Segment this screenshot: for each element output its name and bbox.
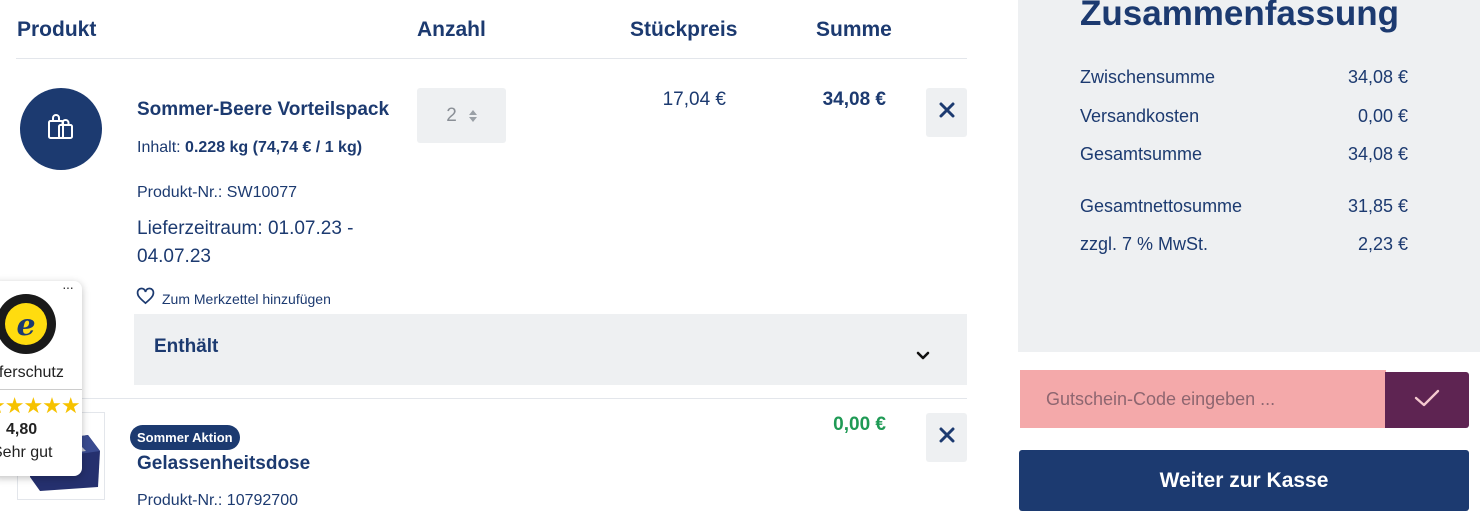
checkmark-icon <box>1413 387 1441 414</box>
trusted-shops-label: uferschutz <box>0 364 64 381</box>
heart-icon <box>136 287 155 310</box>
line-total: 0,00 € <box>833 414 886 435</box>
more-options-icon[interactable]: ··· <box>62 281 74 295</box>
header-divider <box>16 58 967 59</box>
unit-price: 17,04 € <box>662 89 726 110</box>
shopping-bags-icon <box>45 111 77 148</box>
summary-title: Zusammenfassung <box>1080 0 1399 33</box>
svg-text:e: e <box>16 308 35 343</box>
summary-value-shipping: 0,00 € <box>1357 106 1408 126</box>
product-name[interactable]: Gelassenheitsdose <box>137 453 310 475</box>
product-content: Inhalt: 0.228 kg (74,74 € / 1 kg) <box>137 139 362 157</box>
sort-arrows-icon <box>468 109 477 122</box>
summary-value-total: 34,08 € <box>1347 144 1408 164</box>
contains-accordion[interactable]: Enthält <box>134 314 967 385</box>
product-number: Produkt-Nr.: 10792700 <box>137 492 298 509</box>
header-quantity: Anzahl <box>417 18 486 41</box>
wishlist-link[interactable]: Zum Merkzettel hinzufügen <box>136 287 331 310</box>
product-content-value: 0.228 kg (74,74 € / 1 kg) <box>185 139 363 156</box>
product-number: Produkt-Nr.: SW10077 <box>137 184 298 201</box>
divider <box>0 389 82 390</box>
contains-label: Enthält <box>154 336 219 357</box>
summary-label-net-total: Gesamtnettosumme <box>1080 196 1243 216</box>
product-content-label: Inhalt: <box>137 139 181 156</box>
chevron-down-icon <box>916 348 930 366</box>
coupon-field-wrapper <box>1020 370 1386 428</box>
quantity-select[interactable]: 2 <box>417 88 506 143</box>
close-icon <box>939 427 955 448</box>
trusted-shops-seal-icon: e <box>0 293 56 360</box>
rating-stars-icon: ★★★★★ <box>0 393 81 418</box>
delivery-period-line2: 04.07.23 <box>137 246 211 267</box>
rating-value: 4,80 <box>6 421 38 438</box>
summary-value-subtotal: 34,08 € <box>1347 67 1408 87</box>
summary-value-vat: 2,23 € <box>1357 234 1408 254</box>
line-total: 34,08 € <box>822 89 886 110</box>
apply-coupon-button[interactable] <box>1385 372 1469 428</box>
summary-value-net-total: 31,85 € <box>1347 196 1408 216</box>
close-icon <box>939 102 955 123</box>
summary-label-total: Gesamtsumme <box>1080 144 1203 164</box>
trusted-shops-badge[interactable]: ··· e uferschutz ★★★★★ 4,80 Sehr gut <box>0 281 82 476</box>
summary-label-vat: zzgl. 7 % MwSt. <box>1080 234 1209 254</box>
summary-label-subtotal: Zwischensumme <box>1080 67 1216 87</box>
rating-text: Sehr gut <box>0 444 53 461</box>
coupon-code-input[interactable] <box>1046 388 1366 410</box>
checkout-button[interactable]: Weiter zur Kasse <box>1019 450 1469 511</box>
delivery-period-line1: Lieferzeitraum: 01.07.23 - <box>137 218 354 239</box>
row-divider <box>16 398 967 399</box>
remove-item-button[interactable] <box>926 88 967 137</box>
promo-badge: Sommer Aktion <box>130 425 240 450</box>
product-name[interactable]: Sommer-Beere Vorteilspack <box>137 99 389 121</box>
product-image[interactable] <box>20 88 102 170</box>
summary-panel: Zusammenfassung Zwischensumme 34,08 € Ve… <box>1018 0 1480 352</box>
quantity-value: 2 <box>446 104 457 126</box>
header-product: Produkt <box>17 18 97 41</box>
delivery-period: Lieferzeitraum: 01.07.23 - 04.07.23 <box>137 215 354 271</box>
header-total: Summe <box>816 18 892 41</box>
summary-label-shipping: Versandkosten <box>1080 106 1200 126</box>
header-unit-price: Stückpreis <box>630 18 738 41</box>
remove-item-button[interactable] <box>926 413 967 462</box>
wishlist-label: Zum Merkzettel hinzufügen <box>162 290 331 307</box>
